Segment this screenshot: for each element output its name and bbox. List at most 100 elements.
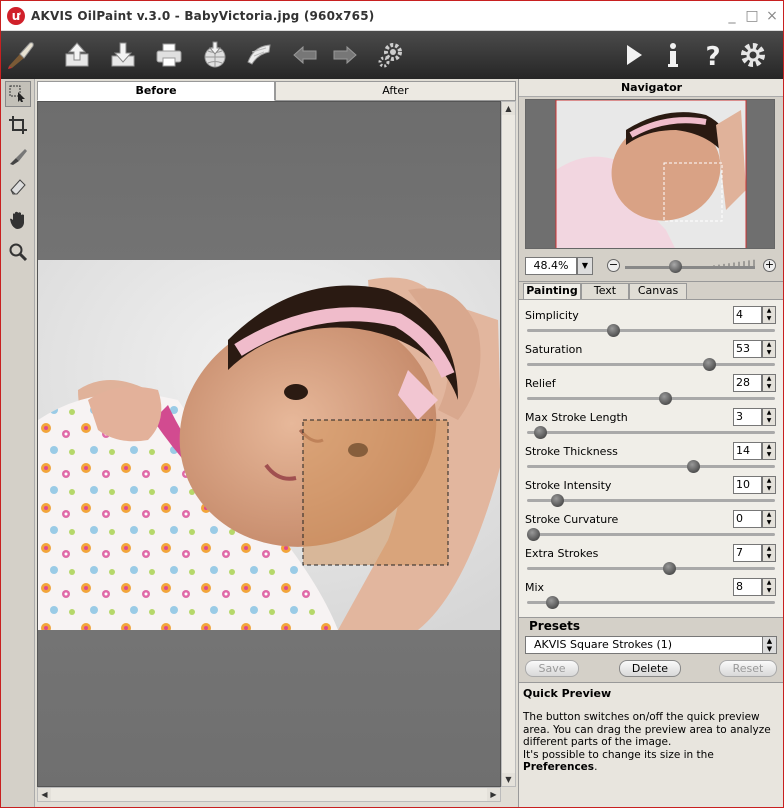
navigator-preview[interactable] <box>525 99 775 249</box>
param-slider-track[interactable] <box>527 431 775 434</box>
param-label: Stroke Intensity <box>525 479 612 492</box>
publish-icon[interactable] <box>197 37 233 73</box>
horizontal-scrollbar[interactable]: ◀ ▶ <box>37 787 501 802</box>
spin-arrows-icon[interactable]: ▲ ▼ <box>762 510 776 528</box>
preferences-gear-icon[interactable] <box>735 37 771 73</box>
scroll-left-icon[interactable]: ◀ <box>38 788 51 801</box>
tab-after[interactable]: After <box>275 81 516 101</box>
param-value-field[interactable]: 14 <box>733 442 762 460</box>
crop-tool-icon[interactable] <box>5 112 31 138</box>
spin-arrows-icon[interactable]: ▲ ▼ <box>762 374 776 392</box>
tab-before[interactable]: Before <box>37 81 275 101</box>
param-slider-track[interactable] <box>527 465 775 468</box>
print-icon[interactable] <box>151 37 187 73</box>
save-preset-button[interactable]: Save <box>525 660 579 677</box>
param-row: Max Stroke Length 3 ▲ ▼ <box>519 404 783 439</box>
spin-arrows-icon[interactable]: ▲ ▼ <box>762 340 776 358</box>
zoom-out-button[interactable]: − <box>607 259 620 272</box>
tool-palette <box>1 79 35 807</box>
decoration-brush-tool-icon[interactable] <box>5 143 31 169</box>
share-icon[interactable] <box>241 37 277 73</box>
hint-title: Quick Preview <box>523 687 612 700</box>
run-play-icon[interactable] <box>615 37 651 73</box>
minimize-button[interactable]: _ <box>723 7 741 25</box>
image-area: Before After ▲ ▼ ◀ ▶ <box>35 79 518 807</box>
param-value-field[interactable]: 4 <box>733 306 762 324</box>
zoom-in-button[interactable]: + <box>763 259 776 272</box>
oilpaint-brush-logo-icon <box>3 37 39 73</box>
param-row: Relief 28 ▲ ▼ <box>519 370 783 405</box>
param-label: Extra Strokes <box>525 547 599 560</box>
param-value-field[interactable]: 7 <box>733 544 762 562</box>
param-slider-thumb[interactable] <box>545 596 559 609</box>
param-value-field[interactable]: 3 <box>733 408 762 426</box>
param-row: Stroke Intensity 10 ▲ ▼ <box>519 472 783 507</box>
open-image-icon[interactable] <box>59 37 95 73</box>
param-value-field[interactable]: 0 <box>733 510 762 528</box>
tab-painting[interactable]: Painting <box>523 283 581 299</box>
image-canvas[interactable] <box>37 101 501 787</box>
param-label: Stroke Curvature <box>525 513 619 526</box>
spin-arrows-icon[interactable]: ▲ ▼ <box>762 476 776 494</box>
param-value-field[interactable]: 28 <box>733 374 762 392</box>
preset-select[interactable]: AKVIS Square Strokes (1) ▲ ▼ <box>525 636 777 654</box>
zoom-dropdown-icon[interactable]: ▼ <box>577 257 593 275</box>
param-slider-track[interactable] <box>527 533 775 536</box>
painting-parameters: Simplicity 4 ▲ ▼ Saturation 53 ▲ ▼ Relief 28 ▲ ▼ Max… <box>519 299 783 617</box>
param-slider-track[interactable] <box>527 363 775 366</box>
scroll-right-icon[interactable]: ▶ <box>487 788 500 801</box>
param-label: Mix <box>525 581 545 594</box>
scroll-up-icon[interactable]: ▲ <box>502 102 515 115</box>
param-slider-track[interactable] <box>527 397 775 400</box>
preset-dropdown-icon[interactable]: ▲ ▼ <box>762 637 776 653</box>
help-icon[interactable]: ? <box>695 37 731 73</box>
param-row: Saturation 53 ▲ ▼ <box>519 336 783 371</box>
param-value-field[interactable]: 10 <box>733 476 762 494</box>
param-value-field[interactable]: 8 <box>733 578 762 596</box>
zoom-tool-icon[interactable] <box>5 239 31 265</box>
app-window: ư AKVIS OilPaint v.3.0 - BabyVictoria.jp… <box>0 0 784 808</box>
param-slider-track[interactable] <box>527 567 775 570</box>
param-slider-track[interactable] <box>527 601 775 604</box>
close-button[interactable]: × <box>763 7 781 25</box>
reset-preset-button[interactable]: Reset <box>719 660 777 677</box>
hand-tool-icon[interactable] <box>5 207 31 233</box>
spin-arrows-icon[interactable]: ▲ ▼ <box>762 408 776 426</box>
scroll-down-icon[interactable]: ▼ <box>502 773 515 786</box>
param-row: Stroke Thickness 14 ▲ ▼ <box>519 438 783 473</box>
zoom-field[interactable]: 48.4% <box>525 257 577 275</box>
window-title: AKVIS OilPaint v.3.0 - BabyVictoria.jpg … <box>31 9 375 23</box>
maximize-button[interactable]: □ <box>743 7 761 25</box>
eraser-tool-icon[interactable] <box>5 173 31 199</box>
redo-arrow-icon[interactable] <box>327 37 363 73</box>
param-label: Saturation <box>525 343 583 356</box>
delete-preset-button[interactable]: Delete <box>619 660 681 677</box>
tab-canvas[interactable]: Canvas <box>629 283 687 299</box>
param-slider-track[interactable] <box>527 499 775 502</box>
batch-settings-icon[interactable] <box>373 37 409 73</box>
navigator-title: Navigator <box>519 79 783 97</box>
param-slider-track[interactable] <box>527 329 775 332</box>
settings-tabs: Painting Text Canvas <box>523 283 779 299</box>
spin-arrows-icon[interactable]: ▲ ▼ <box>762 306 776 324</box>
akvis-logo-icon: ư <box>7 7 25 25</box>
before-after-tabs: Before After <box>37 81 516 101</box>
preferences-link: Preferences <box>523 761 595 773</box>
param-value-field[interactable]: 53 <box>733 340 762 358</box>
info-icon[interactable] <box>655 37 691 73</box>
spin-arrows-icon[interactable]: ▲ ▼ <box>762 578 776 596</box>
spin-arrows-icon[interactable]: ▲ ▼ <box>762 544 776 562</box>
baby-photo <box>38 260 500 630</box>
zoom-slider-thumb[interactable] <box>669 260 683 273</box>
separator <box>519 617 783 618</box>
spin-arrows-icon[interactable]: ▲ ▼ <box>762 442 776 460</box>
param-row: Extra Strokes 7 ▲ ▼ <box>519 540 783 575</box>
settings-panel: Navigator 48.4% ▼ − + Painting Text Canv… <box>518 79 783 807</box>
param-row: Stroke Curvature 0 ▲ ▼ <box>519 506 783 541</box>
undo-arrow-icon[interactable] <box>287 37 323 73</box>
zoom-slider-track[interactable] <box>625 259 755 269</box>
tab-text[interactable]: Text <box>581 283 629 299</box>
before-after-tool-icon[interactable] <box>5 81 31 107</box>
vertical-scrollbar[interactable]: ▲ ▼ <box>501 101 516 787</box>
save-image-icon[interactable] <box>105 37 141 73</box>
